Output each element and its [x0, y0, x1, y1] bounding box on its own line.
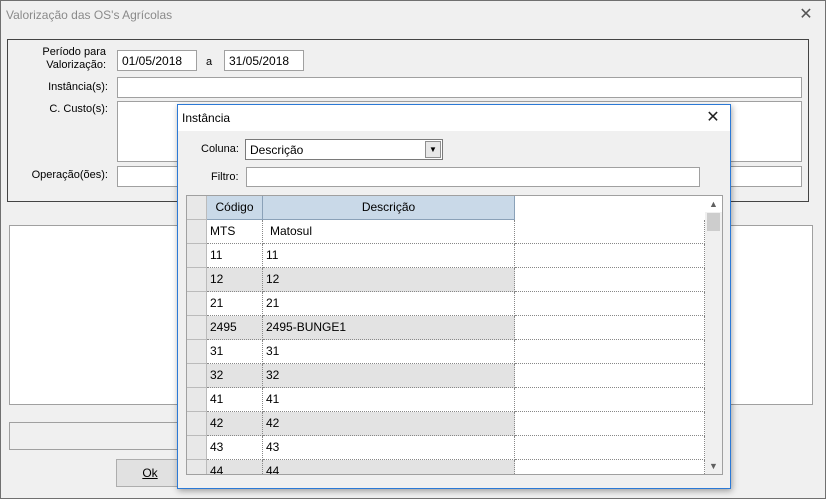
- cell-codigo: 42: [207, 412, 263, 436]
- cell-descricao: 41: [263, 388, 515, 412]
- row-selector[interactable]: [187, 316, 207, 340]
- cell-empty: [515, 220, 705, 244]
- row-selector[interactable]: [187, 412, 207, 436]
- cell-empty: [515, 316, 705, 340]
- cell-empty: [515, 412, 705, 436]
- cell-codigo: 41: [207, 388, 263, 412]
- date-from-field[interactable]: 01/05/2018: [117, 50, 197, 71]
- periodo-label: Período para Valorização:: [42, 46, 106, 71]
- cell-codigo: 21: [207, 292, 263, 316]
- row-selector[interactable]: [187, 244, 207, 268]
- cell-codigo: 43: [207, 436, 263, 460]
- table-row[interactable]: 2495 2495-BUNGE1: [187, 316, 707, 340]
- cell-empty: [515, 364, 705, 388]
- cell-descricao: 42: [263, 412, 515, 436]
- cell-codigo: 44: [207, 460, 263, 474]
- table-row[interactable]: 31 31: [187, 340, 707, 364]
- row-selector[interactable]: [187, 220, 207, 244]
- row-selector[interactable]: [187, 388, 207, 412]
- chevron-down-icon[interactable]: ▼: [425, 141, 441, 158]
- row-selector[interactable]: [187, 292, 207, 316]
- grid-header: Código Descrição: [187, 196, 707, 220]
- cell-descricao: 32: [263, 364, 515, 388]
- table-row[interactable]: 42 42: [187, 412, 707, 436]
- row-selector[interactable]: [187, 436, 207, 460]
- col-header-descricao[interactable]: Descrição: [263, 196, 515, 220]
- cell-descricao: 12: [263, 268, 515, 292]
- cell-descricao: 43: [263, 436, 515, 460]
- cell-empty: [515, 244, 705, 268]
- cell-codigo: 31: [207, 340, 263, 364]
- window-close-icon[interactable]: ✕: [795, 4, 817, 26]
- scroll-thumb[interactable]: [707, 213, 720, 231]
- row-selector[interactable]: [187, 268, 207, 292]
- scroll-up-icon[interactable]: ▲: [705, 196, 722, 212]
- dialog-close-icon[interactable]: ✕: [702, 107, 724, 129]
- window-title: Valorização das OS's Agrícolas: [6, 8, 173, 22]
- cell-codigo: 32: [207, 364, 263, 388]
- table-row[interactable]: 41 41: [187, 388, 707, 412]
- date-to-field[interactable]: 31/05/2018: [224, 50, 304, 71]
- dialog-header: Instância ✕: [178, 105, 730, 131]
- cell-empty: [515, 436, 705, 460]
- instancias-label: Instância(s):: [48, 81, 108, 93]
- cell-empty: [515, 388, 705, 412]
- cell-descricao: 21: [263, 292, 515, 316]
- ccusto-label: C. Custo(s):: [49, 103, 108, 115]
- cell-codigo: MTS: [207, 220, 263, 244]
- cell-descricao: 11: [263, 244, 515, 268]
- cell-empty: [515, 268, 705, 292]
- table-row[interactable]: 43 43: [187, 436, 707, 460]
- table-row[interactable]: 12 12: [187, 268, 707, 292]
- coluna-value: Descrição: [250, 143, 304, 157]
- cell-descricao: 44: [263, 460, 515, 474]
- col-header-codigo[interactable]: Código: [207, 196, 263, 220]
- row-selector[interactable]: [187, 340, 207, 364]
- dialog-title: Instância: [182, 111, 231, 125]
- cell-descricao: Matosul: [263, 220, 515, 244]
- cell-descricao: 2495-BUNGE1: [263, 316, 515, 340]
- instancias-field[interactable]: [117, 77, 802, 98]
- table-row[interactable]: 44 44: [187, 460, 707, 474]
- header-selector: [187, 196, 207, 220]
- table-row[interactable]: 21 21: [187, 292, 707, 316]
- operacoes-label: Operação(ões):: [31, 169, 108, 181]
- table-row[interactable]: 32 32: [187, 364, 707, 388]
- cell-codigo: 12: [207, 268, 263, 292]
- row-selector[interactable]: [187, 460, 207, 474]
- filtro-input[interactable]: [246, 167, 700, 187]
- date-separator: a: [206, 56, 213, 68]
- cell-codigo: 2495: [207, 316, 263, 340]
- vertical-scrollbar[interactable]: ▲ ▼: [705, 199, 722, 474]
- ok-button[interactable]: Ok: [116, 459, 184, 487]
- cell-descricao: 31: [263, 340, 515, 364]
- filtro-label: Filtro:: [211, 171, 239, 183]
- ok-label: Ok: [142, 466, 158, 480]
- instancia-dialog: Instância ✕ Coluna: Descrição ▼ Filtro: …: [177, 104, 731, 489]
- cell-empty: [515, 340, 705, 364]
- coluna-label: Coluna:: [201, 143, 239, 155]
- table-row[interactable]: MTS Matosul: [187, 220, 707, 244]
- scroll-down-icon[interactable]: ▼: [705, 458, 722, 474]
- table-row[interactable]: 11 11: [187, 244, 707, 268]
- cell-empty: [515, 460, 705, 474]
- coluna-select[interactable]: Descrição ▼: [245, 139, 443, 160]
- cell-codigo: 11: [207, 244, 263, 268]
- row-selector[interactable]: [187, 364, 207, 388]
- instancia-grid: Código Descrição MTS Matosul 11 11 12 12 21 21 2…: [186, 195, 723, 475]
- cell-empty: [515, 292, 705, 316]
